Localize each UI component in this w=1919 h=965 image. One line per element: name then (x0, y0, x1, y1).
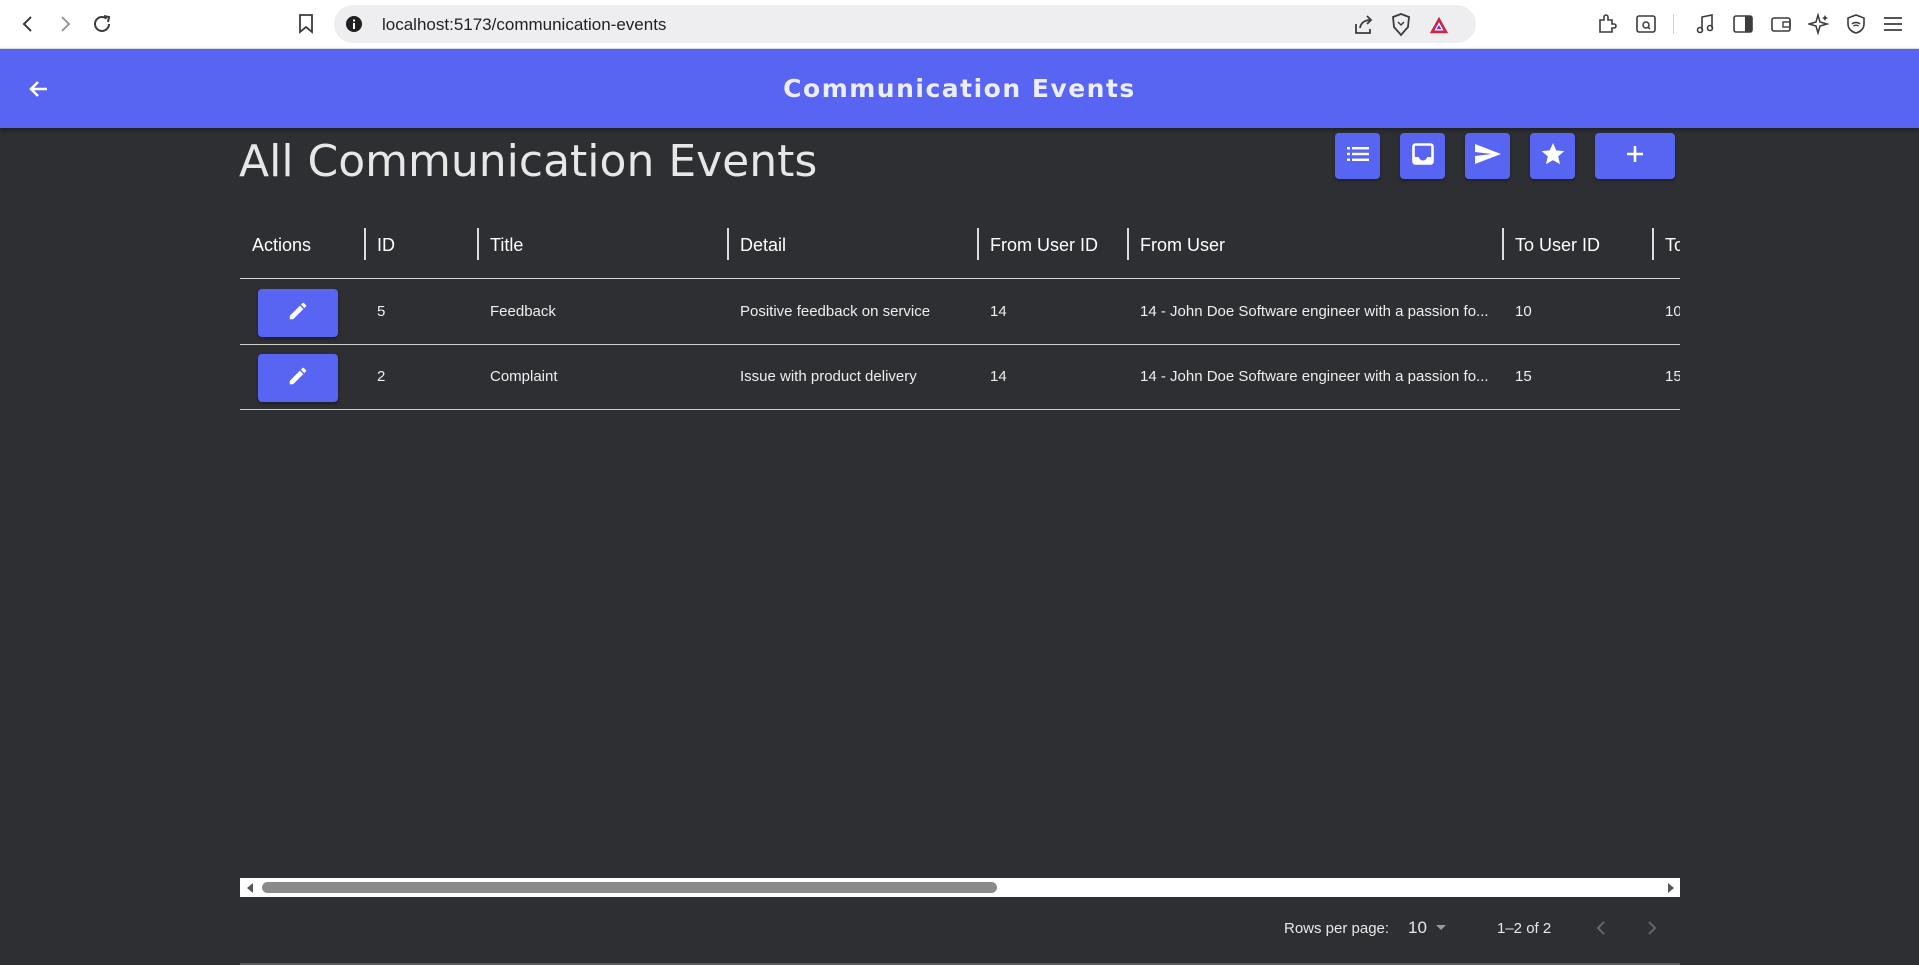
add-event-button[interactable] (1595, 133, 1675, 179)
cell-title: Feedback (490, 303, 556, 320)
column-header-detail[interactable]: Detail (740, 213, 786, 278)
tab-search-icon[interactable] (1633, 11, 1659, 37)
table-row[interactable]: 5 Feedback Positive feedback on service … (240, 279, 1680, 345)
rows-per-page-select[interactable]: 10 (1408, 910, 1447, 946)
page-title: All Communication Events (239, 136, 818, 187)
cell-to-user: 10 (1665, 303, 1680, 320)
menu-icon[interactable] (1880, 11, 1906, 37)
star-icon (1540, 141, 1566, 172)
site-info-icon[interactable] (344, 14, 364, 34)
column-resizer[interactable] (727, 228, 729, 260)
toolbar-divider (1673, 14, 1674, 34)
cell-id: 2 (377, 368, 386, 385)
rows-per-page-value: 10 (1408, 918, 1427, 937)
column-header-to-user[interactable]: To (1665, 213, 1680, 278)
brave-rewards-icon[interactable] (1428, 14, 1450, 36)
cell-detail: Issue with product delivery (740, 368, 917, 385)
wallet-icon[interactable] (1768, 11, 1794, 37)
rows-per-page-label: Rows per page: (1284, 919, 1390, 937)
send-icon (1474, 142, 1502, 171)
bookmark-icon[interactable] (292, 10, 320, 38)
vpn-icon[interactable] (1843, 11, 1869, 37)
sidebar-icon[interactable] (1730, 11, 1756, 37)
events-table: Actions ID Title Detail From User ID Fro… (240, 213, 1680, 897)
add-icon (1625, 144, 1645, 169)
cell-from-user-id: 14 (990, 303, 1007, 320)
column-header-title[interactable]: Title (490, 213, 523, 278)
cell-to-user-id: 15 (1515, 368, 1532, 385)
column-resizer[interactable] (364, 228, 366, 260)
cell-to-user-id: 10 (1515, 303, 1532, 320)
edit-button[interactable] (258, 354, 338, 402)
table-row[interactable]: 2 Complaint Issue with product delivery … (240, 344, 1680, 410)
list-view-button[interactable] (1335, 133, 1380, 179)
app-bar: Communication Events (0, 49, 1919, 128)
column-header-actions[interactable]: Actions (252, 213, 311, 278)
share-icon[interactable] (1353, 14, 1375, 36)
next-page-icon[interactable] (1645, 910, 1659, 946)
column-resizer[interactable] (1502, 228, 1504, 260)
previous-page-icon[interactable] (1594, 910, 1608, 946)
list-icon (1346, 145, 1370, 168)
address-bar[interactable]: localhost:5173/communication-events (334, 5, 1476, 43)
music-icon[interactable] (1692, 11, 1718, 37)
cell-to-user: 15 (1665, 368, 1680, 385)
column-resizer[interactable] (1127, 228, 1129, 260)
column-header-to-user-id[interactable]: To User ID (1515, 213, 1600, 278)
cell-title: Complaint (490, 368, 558, 385)
pencil-icon (287, 300, 309, 327)
scrollbar-thumb[interactable] (262, 882, 997, 893)
browser-reload-icon[interactable] (88, 10, 116, 38)
send-button[interactable] (1465, 133, 1510, 179)
cell-from-user-id: 14 (990, 368, 1007, 385)
browser-forward-icon[interactable] (51, 10, 79, 38)
brave-shield-icon[interactable] (1390, 13, 1412, 37)
cell-id: 5 (377, 303, 386, 320)
extensions-icon[interactable] (1594, 11, 1620, 37)
app-bar-title: Communication Events (783, 74, 1136, 103)
column-header-from-user-id[interactable]: From User ID (990, 213, 1098, 278)
cell-from-user: 14 - John Doe Software engineer with a p… (1140, 368, 1489, 385)
leo-ai-icon[interactable] (1806, 11, 1832, 37)
column-resizer[interactable] (477, 228, 479, 260)
column-header-id[interactable]: ID (377, 213, 395, 278)
horizontal-scrollbar[interactable] (240, 878, 1680, 897)
scroll-left-arrow-icon[interactable] (240, 878, 259, 897)
inbox-icon (1411, 142, 1435, 171)
scroll-right-arrow-icon[interactable] (1661, 878, 1680, 897)
column-header-from-user[interactable]: From User (1140, 213, 1225, 278)
url-text: localhost:5173/communication-events (382, 15, 667, 34)
edit-button[interactable] (258, 289, 338, 337)
browser-toolbar: localhost:5173/communication-events (0, 0, 1919, 49)
column-resizer[interactable] (977, 228, 979, 260)
pencil-icon (287, 365, 309, 392)
pagination-range: 1–2 of 2 (1497, 919, 1552, 937)
column-resizer[interactable] (1652, 228, 1654, 260)
cell-detail: Positive feedback on service (740, 303, 931, 320)
dropdown-arrow-icon (1435, 924, 1447, 932)
table-header: Actions ID Title Detail From User ID Fro… (240, 213, 1680, 279)
inbox-button[interactable] (1400, 133, 1445, 179)
cell-from-user: 14 - John Doe Software engineer with a p… (1140, 303, 1489, 320)
favorites-button[interactable] (1530, 133, 1575, 179)
browser-back-icon[interactable] (14, 10, 42, 38)
